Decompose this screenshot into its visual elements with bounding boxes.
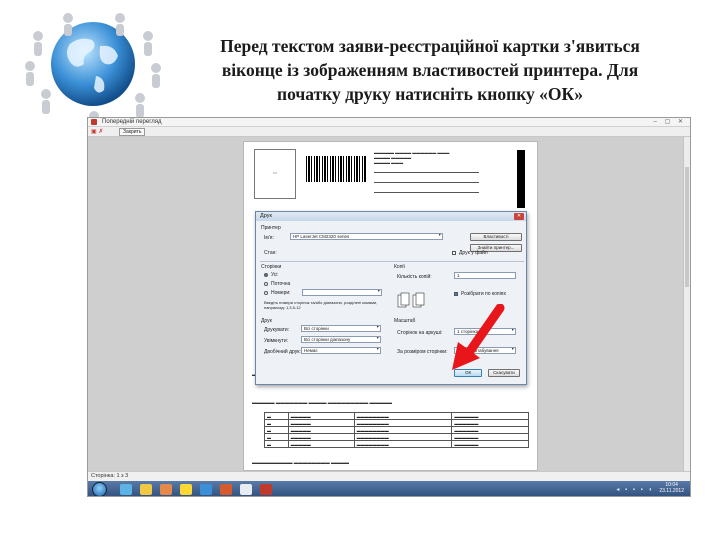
status-label: Стан: — [264, 250, 277, 256]
title-line-1: Перед текстом заяви-реєстраційної картки… — [220, 36, 640, 56]
order-select[interactable]: Всі сторінки діапазону — [301, 336, 381, 343]
properties-button[interactable]: Властивості — [470, 233, 522, 241]
print-to-file-checkbox[interactable] — [452, 251, 456, 255]
taskbar: ◂ ▪ ▪ ▪ ◖ 10:04 23.11.2012 — [88, 481, 690, 496]
header-rule — [374, 182, 479, 183]
preview-toolbar: ▣ ✗ Закрить — [88, 127, 690, 137]
header-rule — [374, 192, 479, 193]
folder-icon[interactable] — [140, 484, 152, 495]
print-icon[interactable]: ▣ ✗ — [91, 128, 103, 135]
tray-clock[interactable]: 10:04 23.11.2012 — [659, 482, 684, 494]
printer-select[interactable]: HP LaserJet CM2320 series — [290, 233, 443, 240]
print-to-file-label: Друк у файл — [459, 250, 488, 256]
page-numbers-input[interactable] — [302, 289, 382, 296]
document-header-text: ▬▬▬▬▬ ▬▬▬▬ ▬▬▬▬▬▬ ▬▬▬ ▬▬▬▬ ▬▬▬▬▬ ▬▬▬▬ ▬▬… — [374, 150, 450, 165]
printer-group-label: Принтер — [261, 225, 281, 231]
start-button[interactable] — [92, 482, 107, 496]
page-footer-text: ▬▬▬▬▬▬▬▬▬ ▬▬▬▬▬▬▬▬ ▬▬▬▬ — [252, 460, 350, 465]
barcode — [306, 156, 366, 182]
close-preview-button[interactable]: Закрить — [119, 128, 146, 136]
print-section-label: Друк — [261, 318, 272, 324]
tray-date: 23.11.2012 — [659, 488, 684, 494]
opera-icon[interactable] — [260, 484, 272, 495]
app-icon[interactable] — [240, 484, 252, 495]
skype-icon[interactable] — [200, 484, 212, 495]
pages-per-sheet-label: Сторінок на аркуші: — [397, 330, 443, 336]
dialog-title: Друк — [260, 213, 272, 219]
scale-group-label: Масштаб — [394, 318, 416, 324]
collate-label: Розібрати по копіях — [461, 291, 506, 297]
chrome-icon[interactable] — [180, 484, 192, 495]
copies-label: Кількість копій: — [397, 274, 432, 280]
slide-title: Перед текстом заяви-реєстраційної картки… — [170, 34, 690, 106]
all-pages-radio[interactable] — [264, 273, 268, 277]
order-label: Увімкнути: — [264, 338, 289, 344]
collate-icon — [397, 292, 425, 308]
pages-group-label: Сторінки — [261, 264, 282, 270]
preview-titlebar: Попередній перегляд ‒ ▢ ✕ — [88, 118, 690, 127]
print-what-label: Друкувати: — [264, 327, 290, 333]
duplex-select[interactable]: Немає — [301, 347, 381, 354]
copies-group-label: Копії — [394, 264, 405, 270]
red-arrow-icon — [452, 304, 505, 370]
current-page-radio[interactable] — [264, 282, 268, 286]
preview-window-title: Попередній перегляд — [102, 119, 162, 125]
app-icon — [91, 119, 97, 125]
title-line-3: початку друку натисніть кнопку «ОК» — [277, 84, 583, 104]
dialog-titlebar: Друк ✕ — [256, 212, 526, 221]
globe-illustration — [25, 13, 161, 121]
collate-checkbox[interactable] — [454, 292, 458, 296]
photo-placeholder: ▭ — [254, 149, 296, 199]
all-pages-label: Усі — [271, 272, 278, 278]
divider — [260, 261, 524, 262]
pages-hint: Введіть номери сторінок та/або діапазони… — [264, 300, 378, 310]
slide: Перед текстом заяви-реєстраційної картки… — [0, 0, 720, 540]
preview-statusbar: Сторінка: 1 з 3 — [88, 471, 690, 481]
print-what-select[interactable]: Всі сторінки — [301, 325, 381, 332]
tray-icons[interactable]: ◂ ▪ ▪ ▪ ◖ — [616, 486, 654, 493]
fit-label: За розміром сторінки: — [397, 349, 448, 355]
corner-mark — [517, 150, 525, 208]
preview-scrollbar[interactable] — [683, 137, 690, 471]
window-controls[interactable]: ‒ ▢ ✕ — [654, 118, 686, 127]
screenshot: Попередній перегляд ‒ ▢ ✕ ▣ ✗ Закрить ▭ … — [87, 117, 691, 497]
title-line-2: віконце із зображенням властивостей прин… — [221, 60, 639, 80]
printer-name-label: Ім'я: — [264, 235, 274, 241]
page-numbers-radio[interactable] — [264, 291, 268, 295]
page-body-text: ▬▬▬▬▬ ▬▬▬▬▬▬▬ ▬▬▬▬ ▬▬▬▬▬▬▬▬▬ ▬▬▬▬▬ — [252, 400, 393, 405]
document-table: ▬ ▬▬▬▬▬ ▬▬▬▬▬▬▬▬ ▬▬▬▬▬▬ ▬ ▬▬▬▬▬ ▬▬▬▬▬▬▬▬ ▬▬▬▬▬… — [264, 412, 529, 448]
close-icon[interactable]: ✕ — [514, 213, 524, 220]
current-page-label: Поточна — [271, 281, 291, 287]
page-numbers-label: Номери: — [271, 290, 291, 296]
powerpoint-icon[interactable] — [220, 484, 232, 495]
duplex-label: Двобічний друк: — [264, 349, 301, 355]
header-rule — [374, 172, 479, 173]
ie-icon[interactable] — [120, 484, 132, 495]
media-icon[interactable] — [160, 484, 172, 495]
copies-stepper[interactable]: 1 — [454, 272, 516, 279]
